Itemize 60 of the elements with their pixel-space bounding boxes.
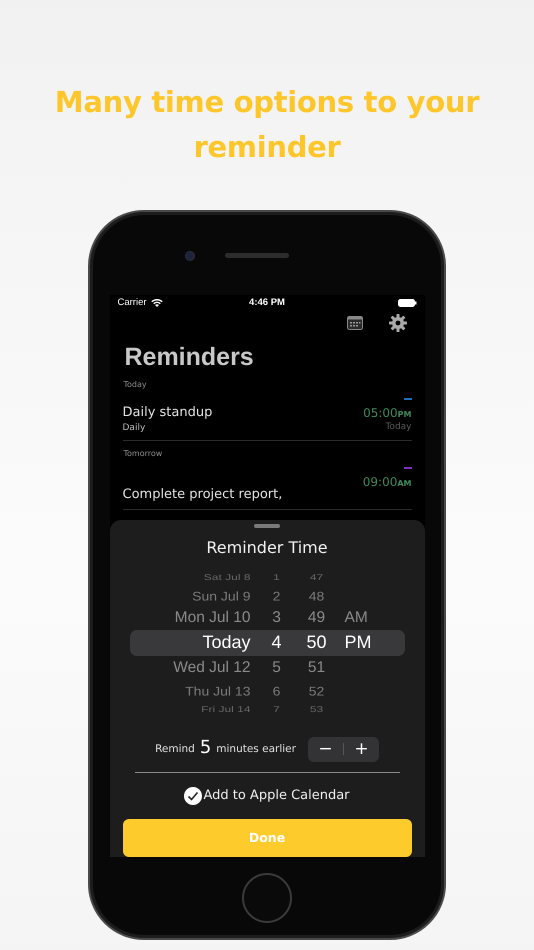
date-option: Fri Jul 14 bbox=[130, 704, 250, 714]
date-option: Sun Jul 9 bbox=[130, 588, 250, 603]
wifi-icon bbox=[150, 298, 163, 308]
headline: Many time options to your reminder bbox=[54, 84, 480, 166]
settings-icon[interactable] bbox=[388, 314, 406, 332]
date-option: Sat Jul 8 bbox=[130, 572, 250, 582]
reminder-title: Daily standup bbox=[122, 405, 212, 420]
page-title: Reminders bbox=[124, 342, 255, 372]
battery-icon bbox=[398, 298, 416, 307]
picker-row[interactable]: Mon Jul 10 3 49 AM bbox=[130, 606, 404, 630]
hour-option: 7 bbox=[250, 704, 302, 714]
hour-option: 6 bbox=[250, 683, 302, 698]
minute-option: 53 bbox=[302, 704, 330, 714]
time-picker[interactable]: Sat Jul 8 1 47 Sun Jul 9 2 48 Mon Jul 10 3 49 AM Today 4 50 PM Wed Jul 12 5 51 Thu Jul 13 6 52 Fri Jul 14 7 53 bbox=[130, 568, 404, 717]
picker-row[interactable]: Thu Jul 13 6 52 bbox=[130, 681, 404, 700]
picker-row[interactable]: Wed Jul 12 5 51 bbox=[130, 656, 404, 680]
date-option: Wed Jul 12 bbox=[130, 658, 250, 677]
date-option: Mon Jul 10 bbox=[130, 608, 250, 627]
decrement-button[interactable]: − bbox=[308, 736, 343, 762]
hour-option: 4 bbox=[250, 632, 302, 654]
date-option: Thu Jul 13 bbox=[130, 683, 250, 698]
remind-label: minutes earlier bbox=[216, 743, 296, 756]
camera-icon bbox=[185, 250, 195, 260]
period-option: AM bbox=[330, 608, 404, 627]
day-label: Today bbox=[385, 422, 412, 432]
minute-option: 49 bbox=[302, 608, 330, 627]
minute-option: 47 bbox=[302, 572, 330, 582]
carrier-label: Carrier bbox=[118, 297, 147, 308]
calendar-icon[interactable] bbox=[346, 316, 362, 330]
picker-row[interactable]: Fri Jul 14 7 53 bbox=[130, 703, 404, 715]
checkbox-label: Add to Apple Calendar bbox=[203, 788, 350, 804]
minute-option: 51 bbox=[302, 658, 330, 677]
sheet-title: Reminder Time bbox=[206, 538, 328, 557]
hour-option: 2 bbox=[250, 588, 302, 603]
checkbox[interactable] bbox=[184, 786, 202, 805]
hour-option: 3 bbox=[250, 608, 302, 627]
minute-option: 48 bbox=[302, 588, 330, 603]
reminder-title: Complete project report, bbox=[122, 487, 282, 502]
picker-row[interactable]: Sun Jul 9 2 48 bbox=[130, 586, 404, 605]
status-time: 4:46 PM bbox=[249, 297, 285, 308]
remind-label: Remind bbox=[155, 743, 195, 756]
repeat-label: Daily bbox=[122, 423, 146, 434]
increment-button[interactable]: + bbox=[344, 736, 379, 762]
picker-selection[interactable]: Today 4 50 PM bbox=[130, 630, 404, 656]
reminder-time: 05:00PM bbox=[363, 406, 412, 420]
picker-row[interactable]: Sat Jul 8 1 47 bbox=[130, 571, 404, 583]
section-header: Tomorrow bbox=[124, 449, 164, 458]
reminder-row[interactable]: Daily standup Daily 05:00PM Today bbox=[122, 389, 412, 442]
reminder-row[interactable]: Complete project report, 09:00AM bbox=[122, 458, 412, 510]
date-option: Today bbox=[130, 632, 250, 654]
minutes-value: 5 bbox=[200, 738, 212, 757]
minute-option: 52 bbox=[302, 683, 330, 698]
period-option: PM bbox=[330, 632, 404, 654]
section-header: Today bbox=[124, 380, 148, 390]
reminder-time: 09:00AM bbox=[362, 475, 412, 490]
hour-option: 1 bbox=[250, 572, 302, 582]
grabber-handle[interactable] bbox=[254, 524, 280, 528]
hour-option: 5 bbox=[250, 658, 302, 677]
minute-option: 50 bbox=[302, 632, 330, 654]
speaker-icon bbox=[225, 253, 289, 258]
